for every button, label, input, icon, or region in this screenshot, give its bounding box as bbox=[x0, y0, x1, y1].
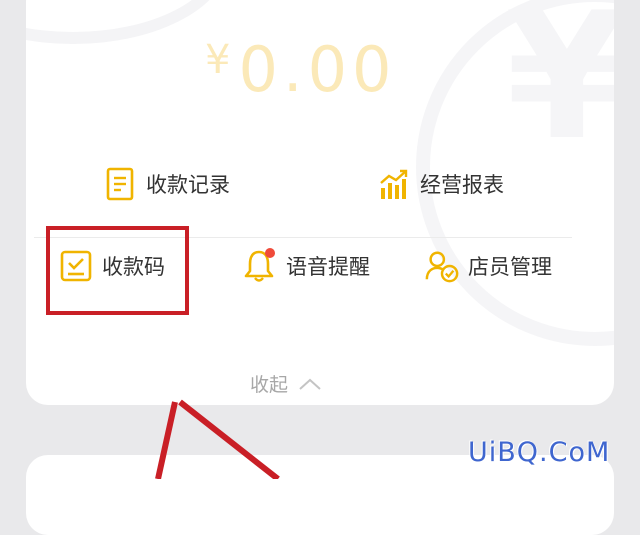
highlight-annotation-box bbox=[46, 226, 189, 315]
payment-records-button[interactable]: 收款记录 bbox=[102, 162, 230, 206]
payment-records-label: 收款记录 bbox=[146, 173, 230, 197]
background-decoration bbox=[26, 0, 230, 44]
staff-check-icon bbox=[424, 248, 460, 284]
currency-symbol: ¥ bbox=[205, 37, 231, 83]
staff-management-button[interactable]: 店员管理 bbox=[424, 244, 552, 288]
balance-amount: 0.00 bbox=[238, 33, 397, 106]
collapse-button[interactable]: 收起 bbox=[250, 370, 322, 397]
chevron-up-icon bbox=[298, 377, 322, 391]
voice-alert-label: 语音提醒 bbox=[286, 255, 370, 279]
bar-chart-icon bbox=[376, 166, 412, 202]
notification-badge bbox=[265, 248, 275, 258]
document-icon bbox=[102, 166, 138, 202]
watermark-text: UiBQ.CoM bbox=[468, 437, 611, 468]
background-yen-icon: ¥ bbox=[506, 0, 614, 179]
balance-display: ¥0.00 bbox=[205, 33, 397, 106]
collapse-label: 收起 bbox=[250, 374, 289, 396]
voice-alert-button[interactable]: 语音提醒 bbox=[242, 244, 370, 288]
business-report-label: 经营报表 bbox=[420, 173, 504, 197]
bell-icon bbox=[242, 248, 278, 284]
business-report-button[interactable]: 经营报表 bbox=[376, 162, 504, 206]
staff-management-label: 店员管理 bbox=[468, 255, 552, 279]
